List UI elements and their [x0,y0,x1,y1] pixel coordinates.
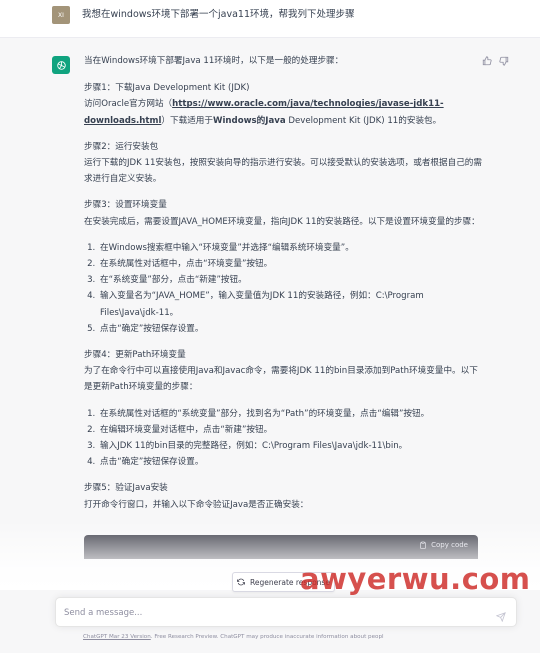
answer-intro: 当在Windows环境下部署Java 11环境时，以下是一般的处理步骤： [84,56,344,66]
step-1-title: 步骤1：下载Java Development Kit (JDK) [84,83,250,94]
step-1-bold: Windows的Java [213,115,286,126]
assistant-message-row: 当在Windows环境下部署Java 11环境时，以下是一般的处理步骤： 步骤1… [0,38,540,653]
message-input[interactable] [64,606,484,620]
copy-code-button[interactable]: Copy code [419,541,468,549]
step-1-text-mid: ）下载适用于 [161,115,213,126]
step-5-text: 打开命令行窗口，并输入以下命令验证Java是否正确安装： [84,499,309,510]
step-5-title: 步骤5：验证Java安装 [84,483,168,494]
thumbs-down-icon[interactable] [497,54,510,67]
list-item: 在Windows搜索框中输入“环境变量”并选择“编辑系统环境变量”。 [98,240,484,256]
user-avatar: XI [52,6,70,24]
footer-note: ChatGPT Mar 23 Version. Free Research Pr… [83,634,384,640]
code-block-header: Copy code [84,535,478,559]
user-message-text: 我想在windows环境下部署一个java11环境，帮我列下处理步骤 [82,9,355,20]
list-item: 点击“确定”按钮保存设置。 [98,321,484,337]
list-item: 在系统属性对话框的“系统变量”部分，找到名为“Path”的环境变量，点击“编辑”… [98,406,484,422]
step-3-list: 在Windows搜索框中输入“环境变量”并选择“编辑系统环境变量”。 在系统属性… [84,240,484,337]
list-item: 在系统属性对话框中，点击“环境变量”按钮。 [98,256,484,272]
list-item: 点击“确定”按钮保存设置。 [98,454,484,470]
regenerate-label: Regenerate response [250,577,330,587]
list-item: 在编辑环境变量对话框中，点击“新建”按钮。 [98,422,484,438]
clipboard-icon [420,541,427,549]
step-4-title: 步骤4：更新Path环境变量 [84,350,186,361]
send-icon[interactable] [495,607,508,623]
feedback-buttons [480,54,510,67]
message-composer [55,597,517,627]
user-message-row: XI 我想在windows环境下部署一个java11环境，帮我列下处理步骤 [0,0,540,38]
step-3: 步骤3：设置环境变量 在安装完成后，需要设置JAVA_HOME环境变量，指向JD… [84,197,484,229]
list-item: 输入变量名为“JAVA_HOME”，输入变量值为JDK 11的安装路径，例如：C… [98,288,484,320]
step-2-text: 运行下载的JDK 11安装包，按照安装向导的指示进行安装。可以接受默认的安装选项… [84,158,482,185]
step-2-title: 步骤2：运行安装包 [84,141,159,152]
step-1: 步骤1：下载Java Development Kit (JDK) 访问Oracl… [84,80,484,129]
step-1-text-pre: 访问Oracle官方网站（ [84,99,173,110]
step-3-text: 在安装完成后，需要设置JAVA_HOME环境变量，指向JDK 11的安装路径。以… [84,216,480,227]
step-5: 步骤5：验证Java安装 打开命令行窗口，并输入以下命令验证Java是否正确安装… [84,480,484,512]
chatgpt-logo-icon [52,56,70,74]
step-4-list: 在系统属性对话框的“系统变量”部分，找到名为“Path”的环境变量，点击“编辑”… [84,406,484,471]
list-item: 在“系统变量”部分，点击“新建”按钮。 [98,272,484,288]
copy-code-label: Copy code [431,541,468,549]
regenerate-response-button[interactable]: Regenerate response [232,572,335,592]
step-4-text: 为了在命令行中可以直接使用Java和Javac命令，需要将JDK 11的bin目… [84,366,478,393]
refresh-icon [237,578,246,586]
list-item: 输入JDK 11的bin目录的完整路径，例如：C:\Program Files\… [98,438,484,454]
step-3-title: 步骤3：设置环境变量 [84,200,167,211]
step-2: 步骤2：运行安装包 运行下载的JDK 11安装包，按照安装向导的指示进行安装。可… [84,139,484,188]
version-link[interactable]: ChatGPT Mar 23 Version [83,634,151,640]
step-4: 步骤4：更新Path环境变量 为了在命令行中可以直接使用Java和Javac命令… [84,347,484,396]
step-1-text-post: Development Kit (JDK) 11的安装包。 [285,115,442,126]
assistant-answer: 当在Windows环境下部署Java 11环境时，以下是一般的处理步骤： 步骤1… [84,53,484,523]
footer-disclaimer: . Free Research Preview. ChatGPT may pro… [150,634,384,640]
